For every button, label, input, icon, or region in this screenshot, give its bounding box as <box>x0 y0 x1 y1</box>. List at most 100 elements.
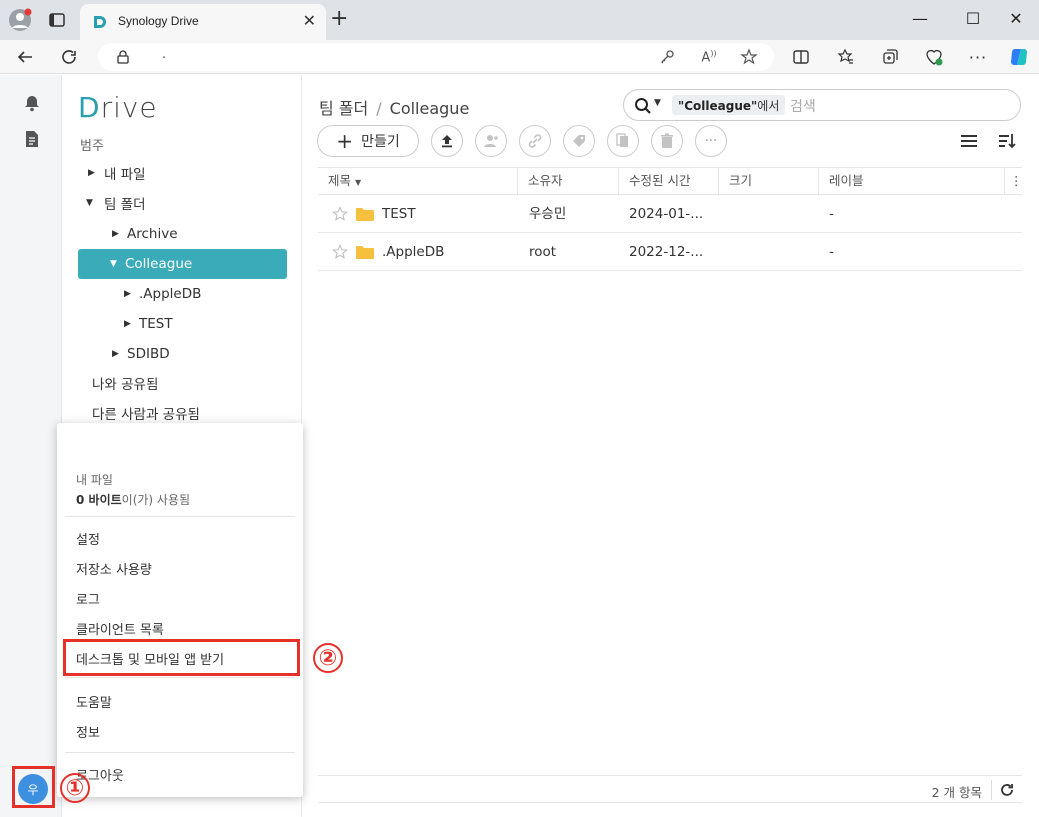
tab-synology-drive[interactable]: Synology Drive ✕ <box>80 4 326 40</box>
tab-actions-icon[interactable] <box>48 11 66 29</box>
file-list-footer: 2 개 항목 <box>318 775 1022 803</box>
star-icon[interactable] <box>332 206 348 222</box>
file-name[interactable]: TEST <box>382 195 416 233</box>
collapsed-arrow-icon[interactable]: ▶ <box>112 349 124 359</box>
tree-item-archive[interactable]: ▶ Archive <box>112 219 287 249</box>
browser-address-bar: . A)) ··· <box>0 40 1039 74</box>
minimize-icon[interactable]: — <box>897 0 943 36</box>
footer-divider <box>991 780 992 800</box>
search-scope-tag: "Colleague"에서 <box>672 95 786 115</box>
more-actions-button[interactable]: ··· <box>695 125 727 157</box>
collapsed-arrow-icon[interactable]: ▶ <box>88 168 100 178</box>
create-button[interactable]: + 만들기 <box>317 125 419 157</box>
trash-icon <box>661 133 673 148</box>
file-modified: 2022-12-... <box>629 244 704 260</box>
label-button[interactable] <box>563 125 595 157</box>
tab-close-icon[interactable]: ✕ <box>303 11 316 30</box>
sort-desc-icon: ▼ <box>355 178 362 187</box>
column-size[interactable]: 크기 <box>719 168 819 194</box>
quota-usage: 0 바이트이(가) 사용됨 <box>76 493 191 507</box>
notification-bell-icon[interactable] <box>22 93 42 113</box>
profile-icon[interactable] <box>8 8 32 32</box>
shared-with-me-link[interactable]: 나와 공유됨 <box>92 368 287 398</box>
menu-item-storage-usage[interactable]: 저장소 사용량 <box>76 559 152 578</box>
tree-item-team-folder[interactable]: ▼ 팀 폴더 <box>86 188 286 218</box>
share-user-button[interactable] <box>475 125 507 157</box>
column-modified[interactable]: 수정된 시간 <box>619 168 719 194</box>
maximize-icon[interactable]: ☐ <box>950 0 996 36</box>
table-row[interactable]: .AppleDB root 2022-12-... - <box>318 233 1022 271</box>
menu-item-help[interactable]: 도움말 <box>76 692 112 711</box>
search-icon[interactable] <box>634 97 652 115</box>
collapsed-arrow-icon[interactable]: ▶ <box>112 229 124 239</box>
file-name[interactable]: .AppleDB <box>382 233 444 271</box>
expanded-arrow-icon[interactable]: ▼ <box>110 259 122 269</box>
column-title[interactable]: 제목 ▼ <box>318 168 518 194</box>
star-icon[interactable] <box>332 244 348 260</box>
tree-item-appledb[interactable]: ▶ .AppleDB <box>124 279 284 309</box>
close-window-icon[interactable]: ✕ <box>993 0 1039 36</box>
highlight-get-apps-box <box>63 639 300 676</box>
refresh-icon[interactable] <box>58 46 80 68</box>
tree-item-sdibd[interactable]: ▶ SDIBD <box>112 339 287 369</box>
synology-drive-favicon-icon <box>94 16 106 28</box>
highlight-avatar-box <box>12 766 55 808</box>
search-box[interactable]: ▼ "Colleague"에서 검색 <box>623 89 1021 121</box>
menu-divider <box>65 677 295 678</box>
read-aloud-icon[interactable]: A)) <box>698 46 720 68</box>
folder-icon <box>356 208 374 221</box>
sort-icon[interactable] <box>997 131 1017 151</box>
password-key-icon[interactable] <box>656 46 678 68</box>
tree-item-test[interactable]: ▶ TEST <box>124 309 284 339</box>
breadcrumb-team-folder[interactable]: 팀 폴더 <box>319 99 368 118</box>
url-field[interactable]: . A)) <box>98 43 774 71</box>
main-panel: 팀 폴더 / Colleague ▼ "Colleague"에서 검색 + 만들기 <box>303 75 1039 817</box>
column-label[interactable]: 레이블 <box>819 168 1005 194</box>
copy-icon <box>616 133 628 147</box>
collapsed-arrow-icon[interactable]: ▶ <box>124 319 136 329</box>
menu-item-about[interactable]: 정보 <box>76 722 100 741</box>
collapsed-arrow-icon[interactable]: ▶ <box>124 289 136 299</box>
ellipsis-icon: ··· <box>704 133 718 149</box>
menu-item-client-list[interactable]: 클라이언트 목록 <box>76 619 164 638</box>
list-view-icon[interactable] <box>959 131 979 151</box>
file-list-header: 제목 ▼ 소유자 수정된 시간 크기 레이블 ⋮ <box>318 167 1023 195</box>
tree-item-my-files[interactable]: ▶ 내 파일 <box>88 158 288 188</box>
tree-item-colleague[interactable]: ▼ Colleague <box>78 249 287 279</box>
category-label: 범주 <box>80 139 104 154</box>
column-owner[interactable]: 소유자 <box>518 168 619 194</box>
search-placeholder[interactable]: 검색 <box>790 96 816 116</box>
back-icon[interactable] <box>14 46 36 68</box>
collections-icon[interactable] <box>879 46 901 68</box>
column-options-icon[interactable]: ⋮ <box>1005 168 1023 194</box>
file-label: - <box>829 244 834 260</box>
menu-item-settings[interactable]: 설정 <box>76 529 100 548</box>
favorites-icon[interactable] <box>835 46 857 68</box>
file-modified: 2024-01-... <box>629 206 704 222</box>
table-row[interactable]: TEST 우승민 2024-01-... - <box>318 195 1022 233</box>
refresh-list-icon[interactable] <box>998 781 1016 799</box>
quota-title: 내 파일 <box>76 473 113 487</box>
toolbar: + 만들기 ··· <box>317 125 1027 157</box>
document-icon[interactable] <box>22 129 42 149</box>
browser-tab-bar: Synology Drive ✕ + — ☐ ✕ <box>0 0 1039 40</box>
new-tab-icon[interactable]: + <box>330 6 348 31</box>
menu-item-log[interactable]: 로그 <box>76 589 100 608</box>
split-screen-icon[interactable] <box>790 46 812 68</box>
browser-essentials-icon[interactable] <box>923 46 945 68</box>
upload-button[interactable] <box>431 125 463 157</box>
upload-icon <box>442 135 452 148</box>
link-button[interactable] <box>519 125 551 157</box>
copy-button[interactable] <box>607 125 639 157</box>
search-dropdown-caret-icon[interactable]: ▼ <box>654 98 661 108</box>
breadcrumb: 팀 폴더 / Colleague <box>319 99 470 118</box>
favorite-star-icon[interactable] <box>738 46 760 68</box>
more-options-icon[interactable]: ··· <box>967 46 989 68</box>
expanded-arrow-icon[interactable]: ▼ <box>86 198 98 208</box>
delete-button[interactable] <box>651 125 683 157</box>
copilot-icon[interactable] <box>1008 46 1030 68</box>
menu-divider <box>65 516 295 517</box>
user-menu-popup: 내 파일 0 바이트이(가) 사용됨 설정 저장소 사용량 로그 클라이언트 목… <box>57 423 303 797</box>
tag-icon <box>573 135 585 147</box>
site-info-icon[interactable] <box>116 50 130 64</box>
